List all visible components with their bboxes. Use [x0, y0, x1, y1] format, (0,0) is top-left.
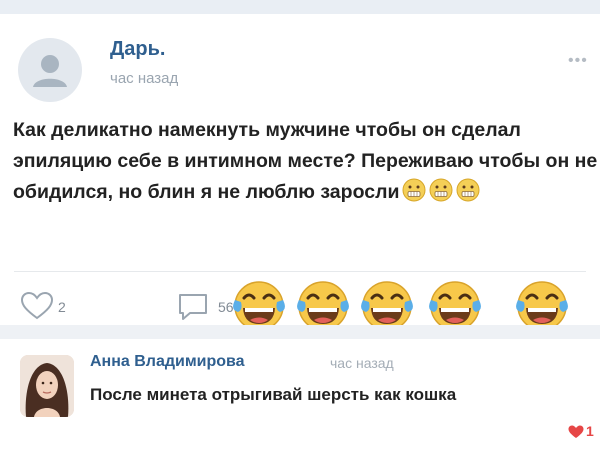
grimacing-face-icon	[402, 178, 426, 202]
post-author[interactable]: Дарь.	[110, 38, 165, 61]
post-text: Как деликатно намекнуть мужчине чтобы он…	[13, 115, 598, 208]
default-user-icon	[33, 55, 67, 87]
author-avatar[interactable]	[18, 38, 82, 102]
heart-outline-icon	[20, 291, 54, 320]
like-count: 2	[58, 299, 66, 315]
post-card: Дарь. час назад ••• Как деликатно намекн…	[0, 14, 600, 331]
comment-text: После минета отрыгивай шерсть как кошка	[90, 385, 457, 404]
top-bar	[0, 0, 600, 14]
like-button[interactable]: 2	[20, 291, 90, 323]
comment-time: час назад	[330, 355, 394, 371]
comment-like-count: 1	[586, 423, 594, 439]
comment-like-button[interactable]: 1	[568, 423, 594, 447]
section-separator	[0, 325, 600, 339]
grimacing-face-icon	[429, 178, 453, 202]
comment-item: Анна Владимирова час назад После минета …	[0, 339, 600, 461]
commenter-avatar[interactable]	[20, 355, 74, 417]
commenter-name[interactable]: Анна Владимирова	[90, 353, 245, 371]
grimacing-face-icon	[456, 178, 480, 202]
user-photo-icon	[20, 355, 74, 417]
post-time: час назад	[110, 70, 179, 87]
heart-filled-icon	[568, 425, 584, 438]
post-text-content: Как деликатно намекнуть мужчине чтобы он…	[13, 119, 598, 203]
post-divider	[14, 271, 586, 272]
more-dots-icon[interactable]: •••	[568, 52, 588, 70]
comment-bubble-icon	[179, 294, 207, 320]
